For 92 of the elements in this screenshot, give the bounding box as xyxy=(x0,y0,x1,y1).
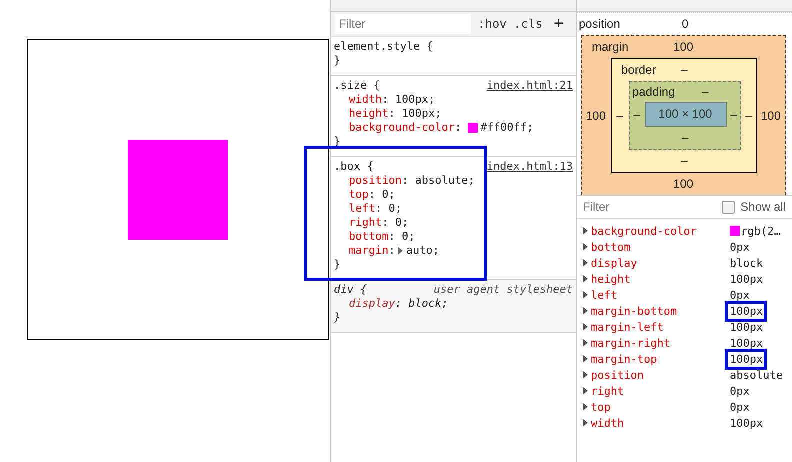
property-name: display xyxy=(349,297,396,311)
colon: : xyxy=(454,121,462,135)
colon: : xyxy=(388,230,396,244)
property-value: 100px xyxy=(730,304,764,318)
property-value: 100px xyxy=(730,272,764,286)
property-value: #ff00ff; xyxy=(480,121,534,135)
box-value: – xyxy=(682,130,689,147)
closing-brace: } xyxy=(334,311,342,325)
property-name: height xyxy=(349,107,389,121)
box-value: – xyxy=(616,108,624,122)
closing-brace: } xyxy=(334,54,342,68)
colon: : xyxy=(395,297,402,311)
colon: : xyxy=(388,244,396,258)
property-name: margin-top xyxy=(591,352,658,366)
property-value: absolute xyxy=(730,368,783,382)
property-value: 0; xyxy=(400,230,416,244)
property-value: 0; xyxy=(394,216,409,230)
property-value: block xyxy=(730,256,764,270)
colon: : xyxy=(388,107,396,121)
rule-selector: .size { xyxy=(334,79,380,93)
source-link[interactable]: index.html:21 xyxy=(486,79,573,93)
add-rule-button[interactable]: + xyxy=(554,14,564,34)
property-name: background-color xyxy=(349,121,455,135)
property-value: 100px; xyxy=(394,93,436,107)
box-value: 100 xyxy=(673,176,694,193)
content-box: 100 × 100 xyxy=(644,102,726,127)
colon: : xyxy=(402,174,409,188)
source-label: user agent stylesheet xyxy=(434,283,573,297)
box-value: – xyxy=(681,153,688,170)
filter-field[interactable]: Filter xyxy=(335,14,471,34)
box-value: – xyxy=(702,85,709,99)
rule-selector: element.style { xyxy=(334,40,434,54)
property-name: margin-right xyxy=(591,336,672,350)
property-name: margin-bottom xyxy=(591,304,678,318)
box-value: 100 xyxy=(673,40,694,54)
property-name: left xyxy=(591,288,618,302)
checkbox[interactable] xyxy=(722,200,735,214)
property-value: 0px xyxy=(730,400,750,414)
property-name: background-color xyxy=(591,224,698,238)
closing-brace: } xyxy=(334,258,342,272)
property-name: bottom xyxy=(591,240,632,254)
box-label: margin xyxy=(592,40,629,54)
property-value: 100px; xyxy=(400,107,442,121)
property-value: 0px xyxy=(730,240,750,254)
property-value: 100px xyxy=(730,416,764,430)
rule-selector: div { xyxy=(334,283,368,297)
box-label: padding xyxy=(632,85,676,99)
property-name: display xyxy=(591,256,638,270)
property-name: position xyxy=(349,174,402,188)
box-value: – xyxy=(730,108,738,122)
source-link[interactable]: index.html:13 xyxy=(486,160,573,174)
position-label: position xyxy=(579,17,622,31)
box-value: – xyxy=(681,63,688,77)
property-value: 0px xyxy=(730,384,750,398)
box-value: 100 xyxy=(760,108,782,122)
expand-icon[interactable] xyxy=(398,247,404,255)
property-value: 0px xyxy=(730,288,750,302)
checkbox-label: Show all xyxy=(740,200,786,214)
property-name: right xyxy=(349,216,382,230)
property-name: width xyxy=(349,93,382,107)
property-name: height xyxy=(591,272,632,286)
color-swatch[interactable] xyxy=(468,123,478,133)
box-label: border xyxy=(622,63,656,77)
box-value: 100 xyxy=(586,108,606,122)
toggle-button[interactable]: :hov xyxy=(478,17,507,31)
property-name: margin xyxy=(349,244,389,258)
property-name: top xyxy=(349,188,369,202)
rule-selector: .box { xyxy=(334,160,374,174)
colon: : xyxy=(376,202,382,216)
property-value: 100px xyxy=(730,320,764,334)
property-name: left xyxy=(349,202,376,216)
property-value: 100px xyxy=(730,352,764,366)
property-value: block; xyxy=(408,297,448,311)
property-value: rgb(2… xyxy=(741,224,781,238)
property-name: width xyxy=(591,416,626,430)
property-value: 0; xyxy=(388,202,402,216)
colon: : xyxy=(382,93,389,107)
property-value: 0; xyxy=(381,188,396,202)
box-value: – xyxy=(746,108,752,122)
property-value: absolute; xyxy=(414,174,475,188)
property-name: position xyxy=(591,368,645,382)
colon: : xyxy=(368,188,376,202)
property-name: right xyxy=(591,384,626,398)
property-name: top xyxy=(591,400,612,414)
colon: : xyxy=(382,216,389,230)
position-value: 0 xyxy=(682,17,689,31)
property-value: auto; xyxy=(406,244,440,258)
toggle-button[interactable]: .cls xyxy=(514,17,543,31)
property-name: bottom xyxy=(349,230,389,244)
box-value: – xyxy=(634,108,640,122)
property-value: 100px xyxy=(730,336,764,350)
property-name: margin-left xyxy=(591,320,665,334)
